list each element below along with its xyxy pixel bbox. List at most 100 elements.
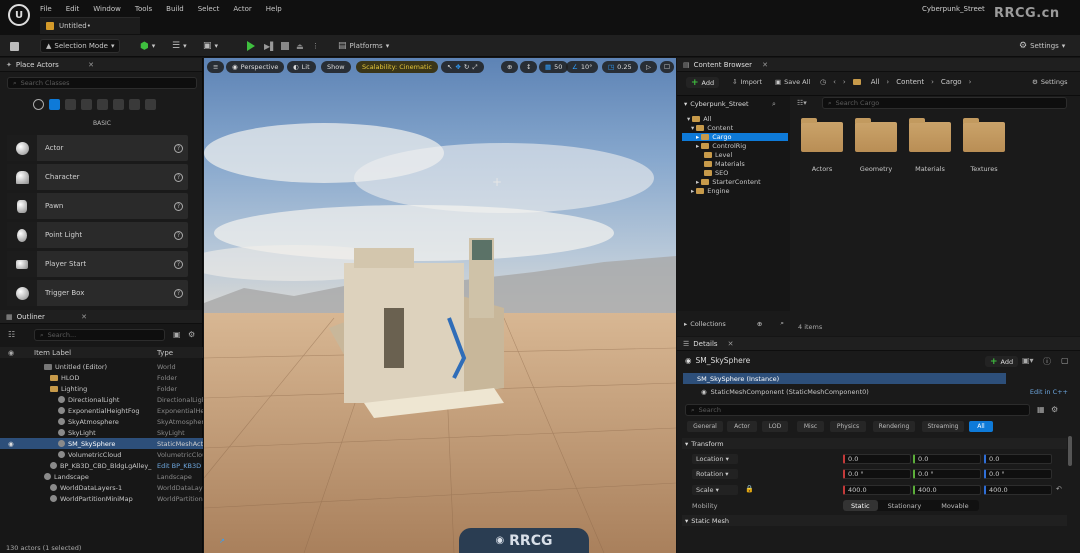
skip-button[interactable]: ▶▌ <box>264 39 276 53</box>
tab-actor[interactable]: Actor <box>727 421 757 432</box>
details-search-input[interactable]: ⌕ Search <box>685 404 1030 416</box>
tree-item-materials[interactable]: Materials <box>704 160 745 168</box>
menu-window[interactable]: Window <box>93 5 121 13</box>
scale-icon[interactable]: ⤢ <box>472 63 477 72</box>
tree-item-engine[interactable]: ▸ Engine <box>691 187 730 195</box>
mobility-movable[interactable]: Movable <box>931 502 978 510</box>
mobility-stationary[interactable]: Stationary <box>878 502 932 510</box>
outliner-row[interactable]: HLOD Folder <box>0 372 203 383</box>
folder-materials[interactable] <box>909 118 951 152</box>
folder-geometry[interactable] <box>855 118 897 152</box>
tree-item-startercontent[interactable]: ▸ StarterContent <box>696 178 761 186</box>
recent-icon[interactable] <box>33 99 44 110</box>
visibility-icon[interactable]: ◉ <box>8 440 14 448</box>
outliner-row[interactable]: DirectionalLight DirectionalLight <box>0 394 203 405</box>
location-y-field[interactable]: 0.0 <box>913 454 981 464</box>
component-row[interactable]: ◉ StaticMeshComponent (StaticMeshComponen… <box>683 386 1068 397</box>
column-item-label[interactable]: Item Label <box>34 349 71 357</box>
rotation-dropdown[interactable]: Rotation ▾ <box>692 469 738 479</box>
help-icon[interactable]: ? <box>174 230 183 240</box>
rotate-icon[interactable]: ↻ <box>464 63 469 71</box>
close-icon[interactable]: ✕ <box>88 61 94 69</box>
tree-item-seo[interactable]: SEO <box>704 169 728 177</box>
tab-misc[interactable]: Misc <box>797 421 824 432</box>
outliner-row[interactable]: ExponentialHeightFog ExponentialHeightFog <box>0 405 203 416</box>
scale-x-field[interactable]: 400.0 <box>843 485 911 495</box>
grid-snap-button[interactable]: ▦ 50 <box>539 61 569 73</box>
reset-icon[interactable]: ↶ <box>1056 485 1062 493</box>
actor-item-character[interactable]: Character ? <box>7 164 188 190</box>
help-icon[interactable]: ? <box>174 288 183 298</box>
back-icon[interactable]: ‹ <box>833 78 836 86</box>
outliner-row[interactable]: WorldDataLayers-1 WorldDataLayers <box>0 482 203 493</box>
location-dropdown[interactable]: Location ▾ <box>692 454 738 464</box>
scalability-warning[interactable]: Scalability: Cinematic <box>356 61 438 73</box>
menu-build[interactable]: Build <box>166 5 184 13</box>
outliner-row[interactable]: Lighting Folder <box>0 383 203 394</box>
add-button[interactable]: + Add <box>686 77 720 88</box>
lock-icon[interactable]: 🔒 <box>745 485 754 493</box>
collections-section[interactable]: ▸ Collections ⊕ ⌕ <box>684 319 790 328</box>
cb-search-input[interactable]: ⌕ Search Cargo <box>822 97 1067 109</box>
import-button[interactable]: ⇩ Import <box>732 78 762 86</box>
perspective-button[interactable]: ◉ Perspective <box>226 61 285 73</box>
save-icon[interactable] <box>10 39 19 53</box>
tree-item-controlrig[interactable]: ▸ ControlRig <box>696 142 746 150</box>
help-icon[interactable]: ? <box>174 172 183 182</box>
rotation-z-field[interactable]: 0.0 ° <box>984 469 1052 479</box>
static-mesh-section-header[interactable]: ▾ Static Mesh <box>682 515 1067 526</box>
location-x-field[interactable]: 0.0 <box>843 454 911 464</box>
settings-icon[interactable]: ⚙ <box>188 330 195 339</box>
close-icon[interactable]: ✕ <box>762 61 768 69</box>
selection-mode-dropdown[interactable]: ▲ Selection Mode ▾ <box>40 39 121 53</box>
actor-item-point-light[interactable]: Point Light ? <box>7 222 188 248</box>
unreal-logo-icon[interactable]: U <box>8 4 30 26</box>
rotation-x-field[interactable]: 0.0 ° <box>843 469 911 479</box>
camera-speed-button[interactable]: ▷ <box>640 61 657 73</box>
play-button[interactable] <box>247 39 255 53</box>
breadcrumb-cargo[interactable]: Cargo <box>941 78 962 86</box>
grid-view-icon[interactable]: ▦ <box>1037 405 1045 414</box>
tree-item-all[interactable]: ▾ All <box>687 115 711 123</box>
filter-icon[interactable]: ☷ <box>8 330 15 339</box>
outliner-row[interactable]: BP_KB3D_CBD_BldgLgAlley_ Edit BP_KB3D <box>0 460 203 471</box>
close-icon[interactable]: ✕ <box>81 313 87 321</box>
volumes-icon[interactable] <box>129 99 140 110</box>
mobility-static[interactable]: Static <box>843 500 878 511</box>
settings-button[interactable]: ⚙ Settings ▾ <box>1019 39 1065 53</box>
stop-button[interactable] <box>281 39 289 53</box>
outliner-row[interactable]: WorldPartitionMiniMap WorldPartitionMiniM… <box>0 493 203 504</box>
search-classes-input[interactable]: ⌕ Search Classes <box>7 77 197 89</box>
eject-button[interactable]: ⏏ <box>296 39 304 53</box>
menu-file[interactable]: File <box>40 5 52 13</box>
location-z-field[interactable]: 0.0 <box>984 454 1052 464</box>
add-component-button[interactable]: + Add <box>985 356 1019 367</box>
component-instance-row[interactable]: SM_SkySphere (Instance) <box>683 373 1006 384</box>
tab-general[interactable]: General <box>687 421 723 432</box>
tab-all[interactable]: All <box>969 421 993 432</box>
actor-item-pawn[interactable]: Pawn ? <box>7 193 188 219</box>
rotation-snap-button[interactable]: ∠ 10° <box>566 61 599 73</box>
tree-root[interactable]: ▾ Cyberpunk_Street <box>684 100 749 108</box>
outliner-row[interactable]: VolumetricCloud VolumetricCloud <box>0 449 203 460</box>
surface-snap-icon[interactable]: ↕ <box>520 61 538 73</box>
outliner-row[interactable]: SkyLight SkyLight <box>0 427 203 438</box>
tab-physics[interactable]: Physics <box>830 421 866 432</box>
help-icon[interactable]: ⓘ <box>1043 356 1051 367</box>
outliner-row[interactable]: Untitled (Editor) World <box>0 361 203 372</box>
close-icon[interactable]: ✕ <box>728 340 734 348</box>
shapes-icon[interactable] <box>81 99 92 110</box>
help-icon[interactable]: ? <box>174 201 183 211</box>
actor-item-player-start[interactable]: Player Start ? <box>7 251 188 277</box>
menu-actor[interactable]: Actor <box>233 5 251 13</box>
actor-item-actor[interactable]: Actor ? <box>7 135 188 161</box>
blueprint-button[interactable]: ☰ ▾ <box>172 39 187 53</box>
breadcrumb-content[interactable]: Content <box>896 78 924 86</box>
tree-item-content[interactable]: ▾ Content <box>691 124 733 132</box>
search-icon[interactable]: ⌕ <box>780 319 784 328</box>
outliner-search-input[interactable]: ⌕ Search... <box>34 329 165 341</box>
world-local-icon[interactable]: ⊕ <box>501 61 519 73</box>
transform-tools[interactable]: ↖ ✥ ↻ ⤢ <box>441 61 484 73</box>
tree-item-level[interactable]: Level <box>704 151 732 159</box>
scale-y-field[interactable]: 400.0 <box>913 485 981 495</box>
